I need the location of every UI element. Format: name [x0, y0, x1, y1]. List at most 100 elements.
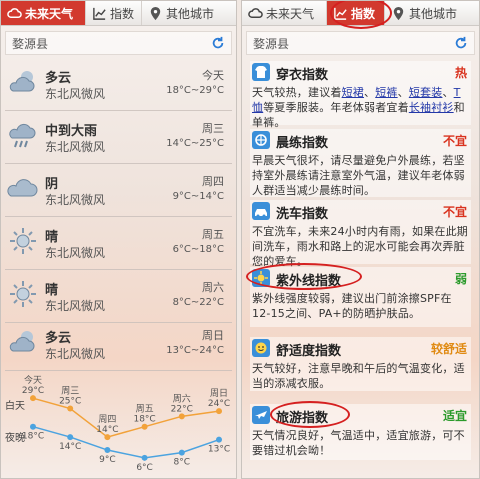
temperature-chart: 白天夜晚29°C今天25°C周三14°C周四 18°C周五 22°C周六 24°C周日… [5, 374, 230, 473]
tab-label: 其他城市 [409, 6, 458, 21]
index-title: 穿衣指数 [276, 68, 329, 83]
cloud-icon [7, 7, 22, 18]
chart-day-name: 周三 [61, 386, 79, 397]
city-bar: 婺源县 [5, 31, 232, 55]
index-title: 舒适度指数 [276, 344, 342, 359]
day-temp-label: 25°C [59, 397, 81, 407]
tab-other-cities[interactable]: 其他城市 [142, 1, 236, 25]
city-name: 婺源县 [253, 36, 290, 51]
left-tab-bar: 未来天气 指数 其他城市 [1, 1, 236, 26]
index-title: 紫外线指数 [276, 274, 342, 289]
index-description: 天气较热，建议着短裙、短裤、短套装、T恤等夏季服装。年老体弱者宜着长袖衬衫和单裤… [252, 85, 469, 130]
night-temp-point [104, 447, 111, 454]
index-description: 不宜洗车，未来24小时内有雨，如果在此期间洗车，雨水和路上的泥水可能会再次弄脏您… [252, 225, 468, 268]
tab-future-weather[interactable]: 未来天气 [242, 1, 327, 25]
chart-day-name: 周日 [210, 388, 228, 399]
forecast-row: 晴 东北风微风 周六 8°C~22°C [5, 271, 232, 323]
tab-label: 未来天气 [25, 6, 74, 21]
tab-future-weather[interactable]: 未来天气 [1, 1, 86, 25]
chart-day-name: 周四 [98, 414, 116, 425]
temp-range: 18°C~29°C [166, 85, 224, 96]
cloud-icon [248, 7, 263, 18]
sun-icon [10, 228, 36, 254]
temp-range: 13°C~24°C [166, 345, 224, 356]
night-temp-point [141, 454, 148, 461]
night-temp-label: 6°C [136, 463, 153, 473]
day-temp-label: 18°C [133, 415, 155, 425]
night-temp-label: 9°C [99, 455, 116, 465]
index-description: 天气情况良好，气温适中，适宜旅游，可不要错过机会呦！ [252, 429, 465, 457]
index-level: 热 [454, 66, 467, 80]
wind: 东北风微风 [45, 246, 106, 260]
tab-label: 指数 [110, 6, 135, 21]
index-level: 弱 [454, 272, 467, 286]
index-description: 天气较好，注意早晚和午后的气温变化，适当的添减衣服。 [252, 362, 465, 390]
condition: 阴 [45, 177, 59, 192]
clothing-link[interactable]: 短裙 [342, 86, 364, 99]
refresh-icon[interactable] [211, 36, 225, 50]
condition: 晴 [45, 283, 59, 298]
chart-day-name: 今天 [24, 374, 42, 386]
index-title: 旅游指数 [276, 411, 329, 426]
temp-range: 8°C~22°C [172, 297, 224, 308]
day-name: 今天 [202, 69, 224, 82]
tab-index[interactable]: 指数 [86, 1, 142, 25]
forecast-row: 多云 东北风微风 周日 13°C~24°C [5, 319, 232, 371]
desc-text: 、 [442, 86, 454, 99]
day-temp-label: 24°C [208, 399, 230, 409]
temp-range: 9°C~14°C [172, 191, 224, 202]
day-row-label: 白天 [5, 399, 25, 412]
chart-icon [93, 7, 106, 20]
index-card-uv: 紫外线指数 弱 紫外线强度较弱，建议出门前涂擦SPF在12-15之间、PA+的防… [250, 267, 471, 327]
index-title: 晨练指数 [276, 136, 329, 151]
exercise-icon [252, 131, 270, 149]
index-level: 不宜 [442, 205, 467, 219]
right-tab-bar: 未来天气 指数 其他城市 [242, 1, 479, 26]
index-level: 较舒适 [430, 342, 467, 356]
index-description: 紫外线强度较弱，建议出门前涂擦SPF在12-15之间、PA+的防晒护肤品。 [252, 292, 452, 320]
map-pin-icon [150, 6, 161, 20]
tab-index[interactable]: 指数 [327, 1, 385, 25]
night-temp-label: 13°C [208, 445, 230, 455]
wind: 东北风微风 [45, 87, 106, 101]
index-card-clothing: 穿衣指数 热 天气较热，建议着短裙、短裤、短套装、T恤等夏季服装。年老体弱者宜着… [250, 61, 471, 129]
night-temp-label: 8°C [174, 458, 191, 468]
index-level: 适宜 [442, 409, 467, 423]
chart-icon [334, 7, 347, 20]
index-panel: 未来天气 指数 其他城市 婺源县 穿衣指数 热 天气较热，建议着短裙、短裤、短套… [241, 0, 480, 479]
condition: 多云 [45, 71, 72, 86]
forecast-row: 多云 东北风微风 今天 18°C~29°C [5, 59, 232, 111]
forecast-row: 阴 东北风微风 周四 9°C~14°C [5, 165, 232, 217]
city-bar: 婺源县 [246, 31, 475, 55]
night-temp-point [30, 423, 36, 430]
day-name: 周三 [202, 122, 224, 135]
clothing-link[interactable]: 短套装 [409, 86, 443, 99]
index-card-travel: 旅游指数 适宜 天气情况良好，气温适中，适宜旅游，可不要错过机会呦！ [250, 404, 471, 460]
tab-label: 其他城市 [166, 6, 215, 21]
night-temp-label: 14°C [59, 442, 81, 452]
partly-cloudy-icon [9, 331, 35, 352]
day-temp-label: 29°C [22, 386, 44, 396]
index-level: 不宜 [442, 134, 467, 148]
night-temp-point [178, 449, 185, 456]
desc-text: 天气较热，建议着 [252, 86, 342, 99]
chart-day-name: 周五 [136, 404, 154, 415]
city-name: 婺源县 [12, 36, 49, 51]
night-temp-point [216, 436, 222, 443]
plane-icon [252, 406, 270, 424]
temp-range: 6°C~18°C [172, 244, 224, 255]
clothing-link[interactable]: 长袖衬衫 [409, 101, 454, 114]
clothing-link[interactable]: 短裤 [375, 86, 397, 99]
map-pin-icon [393, 6, 404, 20]
chart-day-name: 周六 [173, 392, 191, 404]
night-temp-label: 18°C [22, 432, 44, 442]
tab-other-cities[interactable]: 其他城市 [385, 1, 479, 25]
comfort-icon [252, 339, 270, 357]
index-card-morning-exercise: 晨练指数 不宜 早晨天气很坏，请尽量避免户外晨练，若坚持室外晨练请注意室外气温，… [250, 129, 471, 197]
desc-text: 、 [397, 86, 409, 99]
day-temp-label: 22°C [171, 404, 193, 414]
refresh-icon[interactable] [454, 36, 468, 50]
heavy-rain-icon [9, 123, 36, 148]
day-temp-label: 14°C [96, 425, 118, 435]
wind: 东北风微风 [45, 299, 106, 313]
